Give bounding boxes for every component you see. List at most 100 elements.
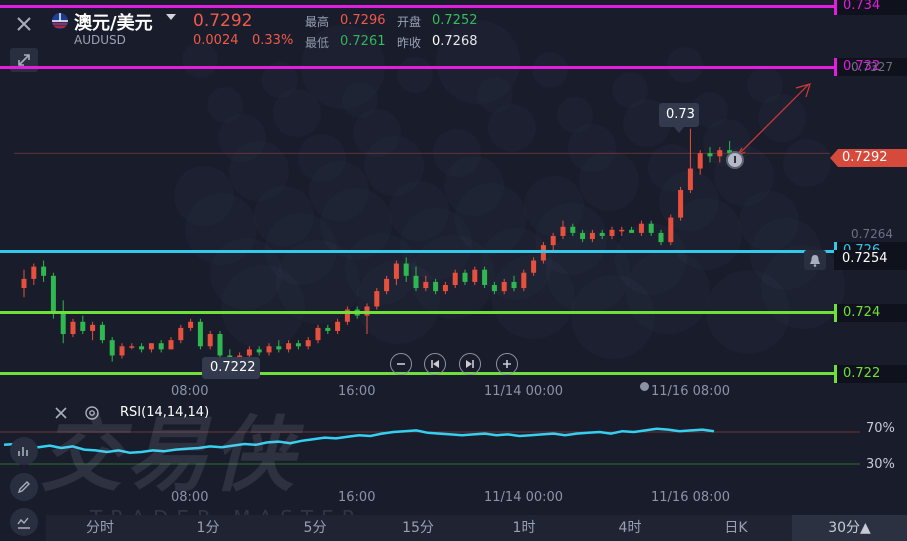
- candle-body: [717, 150, 723, 157]
- bell-icon[interactable]: [804, 250, 826, 270]
- candle-body: [217, 334, 223, 356]
- skip-forward-button[interactable]: [459, 353, 481, 375]
- candle-body: [687, 168, 693, 190]
- candle-body: [207, 334, 213, 347]
- candle-body: [462, 272, 468, 282]
- peak-tooltip-text: 0.73: [666, 107, 695, 122]
- current-price-tag: 0.7292: [830, 149, 907, 167]
- candle-body: [433, 281, 439, 292]
- candle-body: [197, 321, 203, 347]
- time-label-3: 11/14 00:00: [484, 384, 564, 399]
- timeframe-bar: [46, 515, 907, 541]
- candle-body: [403, 263, 409, 276]
- candle-body: [580, 232, 586, 240]
- low-tooltip: 0.7222: [202, 357, 260, 379]
- zoom-in-button[interactable]: [496, 353, 518, 375]
- level-line-label: 0.722: [834, 364, 907, 383]
- tab-15min[interactable]: 15分: [388, 515, 448, 541]
- candle-body: [374, 291, 380, 307]
- low-tooltip-text: 0.7222: [210, 360, 256, 375]
- trading-chart-screen: 澳元/美元 AUDUSD 0.7292 0.0024 0.33% 最高 0.72…: [0, 0, 907, 541]
- candle-body: [589, 232, 595, 240]
- time-label-4: 11/16 08:00: [651, 384, 731, 399]
- map-blob: [182, 42, 218, 78]
- tab-1hour[interactable]: 1时: [494, 515, 554, 541]
- candle-body: [668, 217, 674, 243]
- candle-body: [90, 324, 96, 331]
- level-line-label: 0.734: [834, 0, 907, 16]
- candle-body: [21, 278, 27, 289]
- alert-price-text: 0.7254: [842, 251, 888, 266]
- tab-5min[interactable]: 5分: [285, 515, 345, 541]
- candle-body: [129, 346, 135, 348]
- world-map-background: [174, 20, 845, 359]
- level-line[interactable]: [0, 65, 834, 69]
- candle-body: [452, 272, 458, 285]
- candle-body: [119, 346, 125, 356]
- map-blob: [436, 20, 520, 104]
- candle-body: [413, 275, 419, 289]
- candle-body: [50, 275, 56, 313]
- map-blob: [174, 166, 234, 226]
- watermark-logo: 交易侠: [40, 408, 298, 503]
- tab-timeshare[interactable]: 分时: [70, 515, 130, 541]
- map-blob: [532, 52, 568, 88]
- tab-daily[interactable]: 日K: [706, 515, 766, 541]
- candle-body: [246, 349, 252, 356]
- level-line[interactable]: [0, 372, 834, 376]
- candle-body: [139, 346, 145, 350]
- candle-body: [638, 223, 644, 233]
- map-blob: [783, 139, 831, 187]
- candle-body: [678, 190, 684, 218]
- tab-30min-selected[interactable]: 30分▲: [792, 515, 907, 541]
- alert-price-tag: 0.7254: [834, 250, 907, 270]
- candle-body: [335, 321, 341, 331]
- level-line[interactable]: [0, 311, 834, 315]
- candle-body: [315, 327, 321, 341]
- candle-body: [521, 272, 527, 289]
- level-line-label: 0.724: [834, 303, 907, 322]
- rsi-upper-label: 70%: [866, 421, 895, 436]
- map-blob: [207, 87, 243, 123]
- zoom-out-button[interactable]: [390, 353, 412, 375]
- candle-body: [384, 278, 390, 292]
- candle-body: [266, 346, 272, 353]
- candle-body: [501, 281, 507, 292]
- tab-4hour[interactable]: 4时: [600, 515, 660, 541]
- current-price-tag-text: 0.7292: [842, 150, 888, 165]
- crosshair-dot: [640, 382, 649, 391]
- candle-body: [168, 340, 174, 350]
- candle-body: [256, 349, 262, 353]
- candle-body: [188, 321, 194, 328]
- map-blob: [571, 275, 655, 359]
- candle-body: [619, 229, 625, 232]
- candle-body: [148, 343, 154, 350]
- pencil-icon[interactable]: [10, 473, 38, 501]
- candle-body: [276, 346, 282, 350]
- candle-body: [158, 343, 164, 350]
- rsi-time-label-4: 11/16 08:00: [651, 490, 731, 505]
- map-blob: [397, 57, 433, 93]
- skip-back-button[interactable]: [424, 353, 446, 375]
- level-line[interactable]: [0, 249, 834, 253]
- map-blob: [557, 97, 593, 133]
- candle-body: [41, 266, 47, 276]
- candle-body: [697, 153, 703, 169]
- candle-body: [80, 321, 86, 331]
- candle-body: [295, 343, 301, 347]
- candle-body: [423, 281, 429, 289]
- candle-body: [609, 229, 615, 236]
- tab-1min[interactable]: 1分: [178, 515, 238, 541]
- candlestick-chart[interactable]: [0, 0, 907, 380]
- candle-body: [305, 340, 311, 347]
- map-blob: [747, 67, 783, 103]
- map-blob: [739, 191, 799, 251]
- candle-body: [531, 260, 537, 273]
- chart-type-icon[interactable]: [10, 508, 38, 536]
- candle-body: [550, 235, 556, 246]
- rsi-lower-label: 30%: [866, 457, 895, 472]
- info-icon[interactable]: [726, 151, 744, 169]
- level-line[interactable]: [0, 4, 834, 8]
- indicator-icon[interactable]: [10, 437, 38, 465]
- candle-body: [109, 340, 115, 356]
